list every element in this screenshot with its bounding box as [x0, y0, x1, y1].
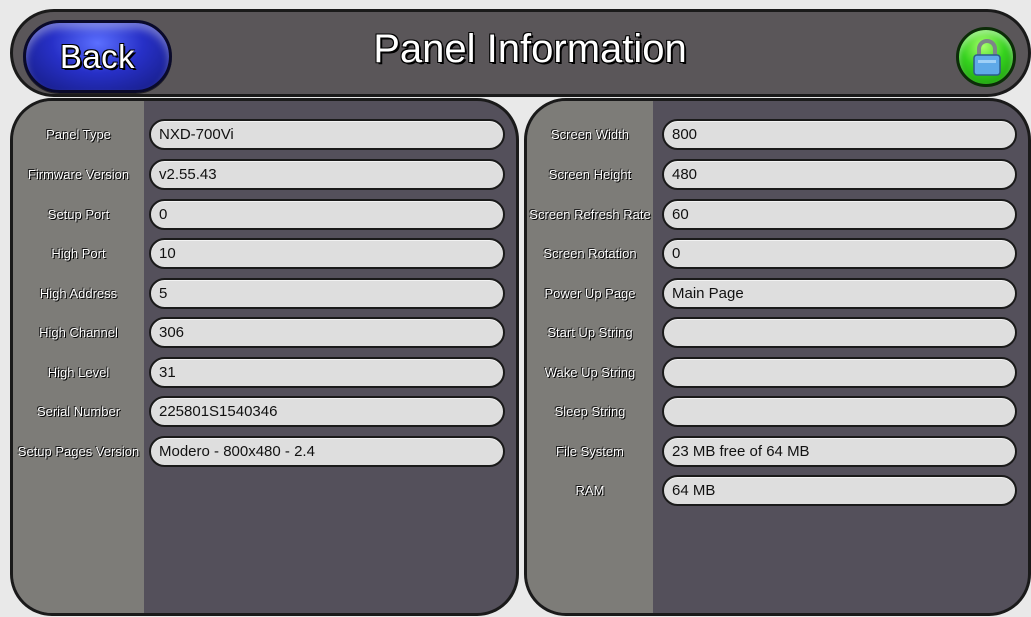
wake-up-string-label: Wake Up String [544, 364, 636, 380]
file-system-label: File System [556, 443, 624, 459]
screen-refresh-rate-label: Screen Refresh Rate [529, 206, 651, 222]
wake-up-string-field [662, 357, 1017, 388]
setup-pages-version-field: Modero - 800x480 - 2.4 [149, 436, 505, 467]
panel-type-label: Panel Type [46, 126, 111, 142]
high-port-label: High Port [51, 245, 106, 261]
screen-width-field: 800 [662, 119, 1017, 150]
page-title: Panel Information [373, 27, 687, 71]
screen-refresh-rate-field: 60 [662, 199, 1017, 230]
serial-number-label: Serial Number [36, 403, 121, 419]
lock-button[interactable] [956, 27, 1016, 87]
sleep-string-label: Sleep String [554, 403, 626, 419]
screen-rotation-label: Screen Rotation [543, 245, 637, 261]
high-port-field: 10 [149, 238, 505, 269]
ram-field: 64 MB [662, 475, 1017, 506]
serial-number-field: 225801S1540346 [149, 396, 505, 427]
start-up-string-label: Start Up String [547, 324, 633, 340]
ram-label: RAM [575, 482, 605, 498]
firmware-version-label: Firmware Version [27, 166, 130, 182]
high-address-label: High Address [39, 285, 118, 301]
start-up-string-field [662, 317, 1017, 348]
firmware-version-field: v2.55.43 [149, 159, 505, 190]
screen-rotation-field: 0 [662, 238, 1017, 269]
back-button[interactable]: Back [23, 20, 172, 93]
screen-height-field: 480 [662, 159, 1017, 190]
high-address-field: 5 [149, 278, 505, 309]
sleep-string-field [662, 396, 1017, 427]
high-channel-field: 306 [149, 317, 505, 348]
high-channel-label: High Channel [39, 324, 118, 340]
screen-width-label: Screen Width [550, 126, 630, 142]
panel-info-right: Screen Width 800 Screen Height 480 Scree… [524, 98, 1031, 616]
back-button-label: Back [59, 37, 136, 75]
high-level-label: High Level [47, 364, 110, 380]
lock-icon [973, 39, 1001, 76]
high-level-field: 31 [149, 357, 505, 388]
screen-height-label: Screen Height [548, 166, 632, 182]
power-up-page-field: Main Page [662, 278, 1017, 309]
panel-type-field: NXD-700Vi [149, 119, 505, 150]
power-up-page-label: Power Up Page [544, 285, 636, 301]
setup-port-label: Setup Port [47, 206, 110, 222]
setup-pages-version-label: Setup Pages Version [17, 443, 140, 459]
setup-port-field: 0 [149, 199, 505, 230]
file-system-field: 23 MB free of 64 MB [662, 436, 1017, 467]
panel-info-left: Panel Type NXD-700Vi Firmware Version v2… [10, 98, 519, 616]
panel-information-screen: Back Panel Information Panel Type NXD-70… [0, 0, 1031, 617]
